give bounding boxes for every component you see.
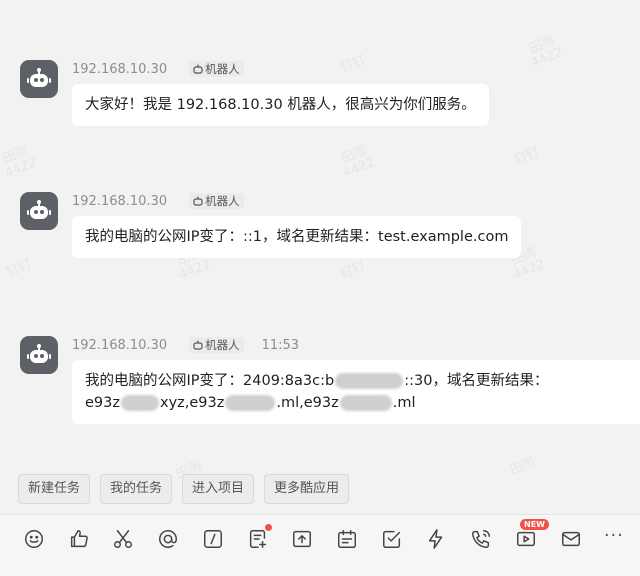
robot-icon — [27, 68, 51, 87]
message-time: 11:53 — [261, 337, 300, 353]
more-apps-button[interactable]: 更多酷应用 — [264, 474, 350, 504]
sender-name[interactable]: 192.168.10.30 — [72, 194, 167, 209]
robot-avatar[interactable] — [20, 192, 58, 230]
robot-tag: 机器人 — [189, 193, 244, 209]
robot-tag-icon — [193, 196, 203, 206]
upload-icon[interactable] — [290, 527, 314, 551]
checkbox-icon[interactable] — [380, 527, 404, 551]
watermark: 钉钉 — [338, 52, 368, 77]
message-meta: 192.168.10.30 机器人 11:53 — [72, 336, 299, 354]
chat-window: 田雨4422 钉钉 田雨4422 田雨4422 钉钉 田雨4422 田雨4422… — [0, 0, 640, 576]
phone-icon[interactable] — [469, 527, 493, 551]
redacted-text — [225, 395, 276, 411]
watermark: 田雨4422 — [526, 33, 566, 71]
enter-project-button[interactable]: 进入项目 — [182, 474, 255, 504]
input-toolbar: NEW ··· — [0, 514, 640, 576]
redacted-text — [335, 373, 404, 389]
scissors-icon[interactable] — [111, 527, 135, 551]
watermark: 钉钉 — [338, 258, 368, 283]
calendar-icon[interactable] — [335, 527, 359, 551]
mail-icon[interactable] — [559, 527, 583, 551]
slash-command-icon[interactable] — [201, 527, 225, 551]
sender-name[interactable]: 192.168.10.30 — [72, 62, 167, 77]
my-tasks-button[interactable]: 我的任务 — [100, 474, 173, 504]
notification-dot — [265, 524, 272, 531]
lightning-icon[interactable] — [424, 527, 448, 551]
emoji-icon[interactable] — [22, 527, 46, 551]
note-add-icon[interactable] — [246, 524, 272, 551]
sender-name[interactable]: 192.168.10.30 — [72, 338, 167, 353]
watermark: 钉钉 — [4, 256, 34, 281]
robot-icon — [27, 344, 51, 363]
watermark: 钉钉 — [512, 144, 542, 169]
message-line: 我的电脑的公网IP变了：2409:8a3c:b::30，域名更新结果： — [85, 373, 549, 389]
quick-actions: 新建任务 我的任务 进入项目 更多酷应用 — [18, 474, 350, 504]
message-line: e93z xyz,e93z .ml,e93z .ml — [85, 395, 416, 411]
robot-avatar[interactable] — [20, 60, 58, 98]
more-icon[interactable]: ··· — [604, 525, 624, 546]
robot-avatar[interactable] — [20, 336, 58, 374]
message-bubble[interactable]: 大家好！我是 192.168.10.30 机器人，很高兴为你们服务。 — [72, 84, 489, 126]
watermark: 田雨4422 — [338, 143, 378, 181]
redacted-text — [120, 395, 159, 411]
robot-tag-icon — [193, 64, 203, 74]
redacted-text — [339, 395, 392, 411]
robot-tag-icon — [193, 340, 203, 350]
message-meta: 192.168.10.30 机器人 — [72, 60, 244, 78]
message-bubble[interactable]: 我的电脑的公网IP变了：2409:8a3c:b::30，域名更新结果： e93z… — [72, 360, 640, 424]
robot-tag: 机器人 — [189, 61, 244, 77]
at-icon[interactable] — [156, 527, 180, 551]
thumbs-up-icon[interactable] — [67, 527, 91, 551]
robot-icon — [27, 200, 51, 219]
video-icon[interactable]: NEW — [514, 519, 549, 551]
message-bubble[interactable]: 我的电脑的公网IP变了：::1，域名更新结果：test.example.com — [72, 216, 522, 258]
watermark: 田雨4422 — [0, 143, 40, 181]
new-task-button[interactable]: 新建任务 — [18, 474, 91, 504]
message-meta: 192.168.10.30 机器人 — [72, 192, 244, 210]
watermark: 田雨 — [508, 454, 538, 479]
new-badge: NEW — [520, 519, 549, 530]
robot-tag: 机器人 — [189, 337, 244, 353]
